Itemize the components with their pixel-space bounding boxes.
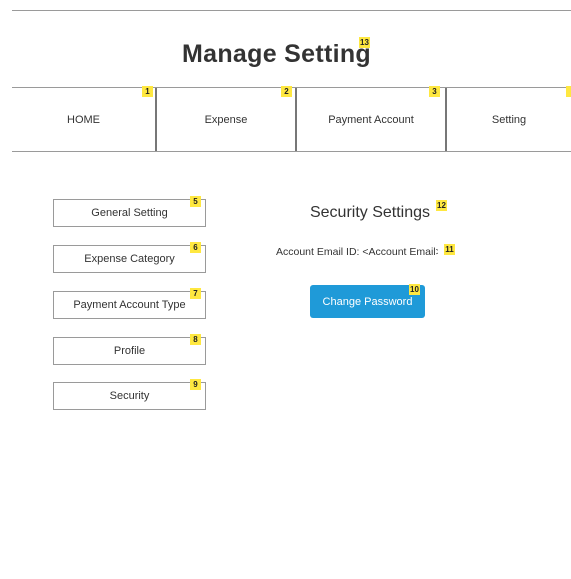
sidebar-item-label: Profile — [113, 345, 146, 357]
annotation-badge-7: 7 — [190, 288, 201, 299]
annotation-badge-4: 4 — [566, 86, 571, 97]
nav-item-home[interactable]: HOME — [12, 88, 157, 151]
annotation-badge-11: 11 — [444, 244, 455, 255]
annotation-badge-13: 13 — [359, 37, 370, 48]
annotation-badge-12: 12 — [436, 200, 447, 211]
annotation-badge-10: 10 — [409, 284, 420, 295]
account-email-line: Account Email ID: <Account Email> — [276, 246, 438, 258]
sidebar-item-label: General Setting — [91, 207, 168, 219]
nav-item-payment-account[interactable]: Payment Account — [297, 88, 447, 151]
annotation-badge-8: 8 — [190, 334, 201, 345]
account-email-value: <Account Email> — [362, 246, 439, 258]
nav-item-label: HOME — [67, 113, 100, 126]
sidebar-item-security[interactable]: Security — [53, 382, 206, 410]
annotation-badge-2: 2 — [281, 86, 292, 97]
page-title: Manage Setting — [0, 40, 553, 69]
sidebar-item-label: Payment Account Type — [73, 299, 186, 311]
sidebar-item-general-setting[interactable]: General Setting — [53, 199, 206, 227]
nav-item-expense[interactable]: Expense — [157, 88, 297, 151]
annotation-badge-3: 3 — [429, 86, 440, 97]
account-email-label: Account Email ID: — [276, 246, 363, 258]
sidebar-item-label: Expense Category — [84, 253, 175, 265]
sidebar-item-profile[interactable]: Profile — [53, 337, 206, 365]
page-title-text: Manage Setting — [182, 40, 371, 68]
section-title-text: Security Settings — [309, 204, 431, 221]
top-divider — [12, 10, 571, 11]
annotation-badge-6: 6 — [190, 242, 201, 253]
annotation-badge-9: 9 — [190, 379, 201, 390]
security-settings-title: Security Settings — [290, 204, 450, 222]
sidebar-item-payment-account-type[interactable]: Payment Account Type — [53, 291, 206, 319]
nav-item-setting[interactable]: Setting — [447, 88, 571, 151]
nav-item-label: Expense — [204, 113, 248, 126]
change-password-button[interactable]: Change Password — [310, 285, 425, 318]
change-password-label: Change Password — [322, 295, 413, 308]
annotation-badge-1: 1 — [142, 86, 153, 97]
nav-item-label: Setting — [491, 113, 527, 126]
nav-item-label: Payment Account — [328, 113, 414, 126]
sidebar-item-expense-category[interactable]: Expense Category — [53, 245, 206, 273]
sidebar-item-label: Security — [109, 390, 150, 402]
annotation-badge-5: 5 — [190, 196, 201, 207]
